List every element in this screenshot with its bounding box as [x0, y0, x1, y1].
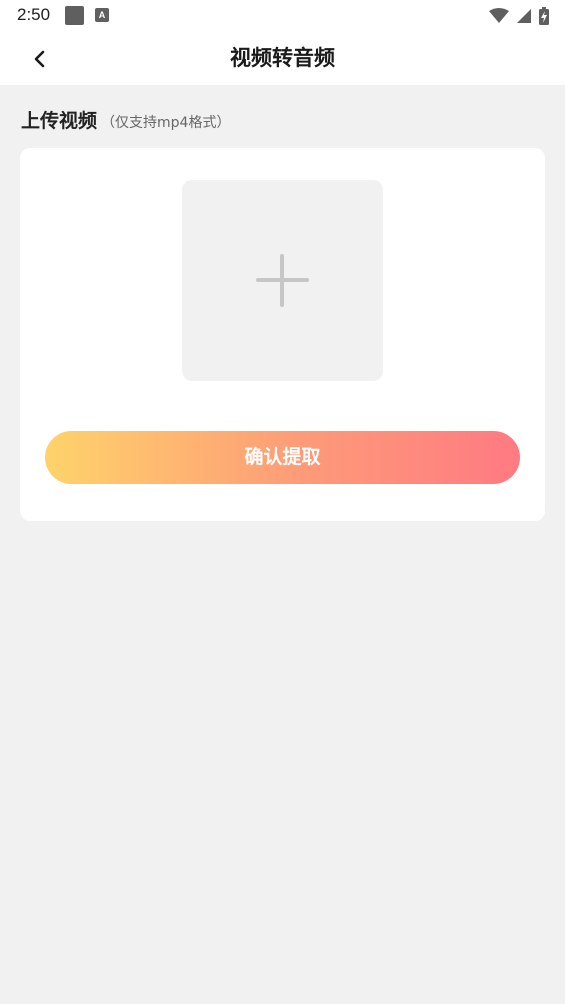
square-icon	[65, 6, 84, 25]
signal-icon	[517, 9, 531, 23]
a-badge-icon: A	[95, 8, 109, 22]
wifi-icon	[489, 8, 509, 23]
upload-card: 确认提取	[20, 148, 545, 521]
status-bar: 2:50 A	[0, 0, 565, 32]
upload-video-button[interactable]	[182, 180, 383, 381]
upload-format-hint: （仅支持mp4格式）	[101, 115, 231, 131]
status-time: 2:50	[17, 5, 51, 24]
page-title: 视频转音频	[230, 46, 335, 70]
app-header: 视频转音频	[0, 32, 565, 85]
upload-section-title: 上传视频	[21, 110, 98, 132]
confirm-extract-button[interactable]: 确认提取	[45, 431, 520, 484]
upload-section-label: 上传视频 （仅支持mp4格式）	[21, 106, 230, 133]
battery-charging-icon	[539, 7, 549, 25]
status-indicators	[489, 6, 549, 26]
